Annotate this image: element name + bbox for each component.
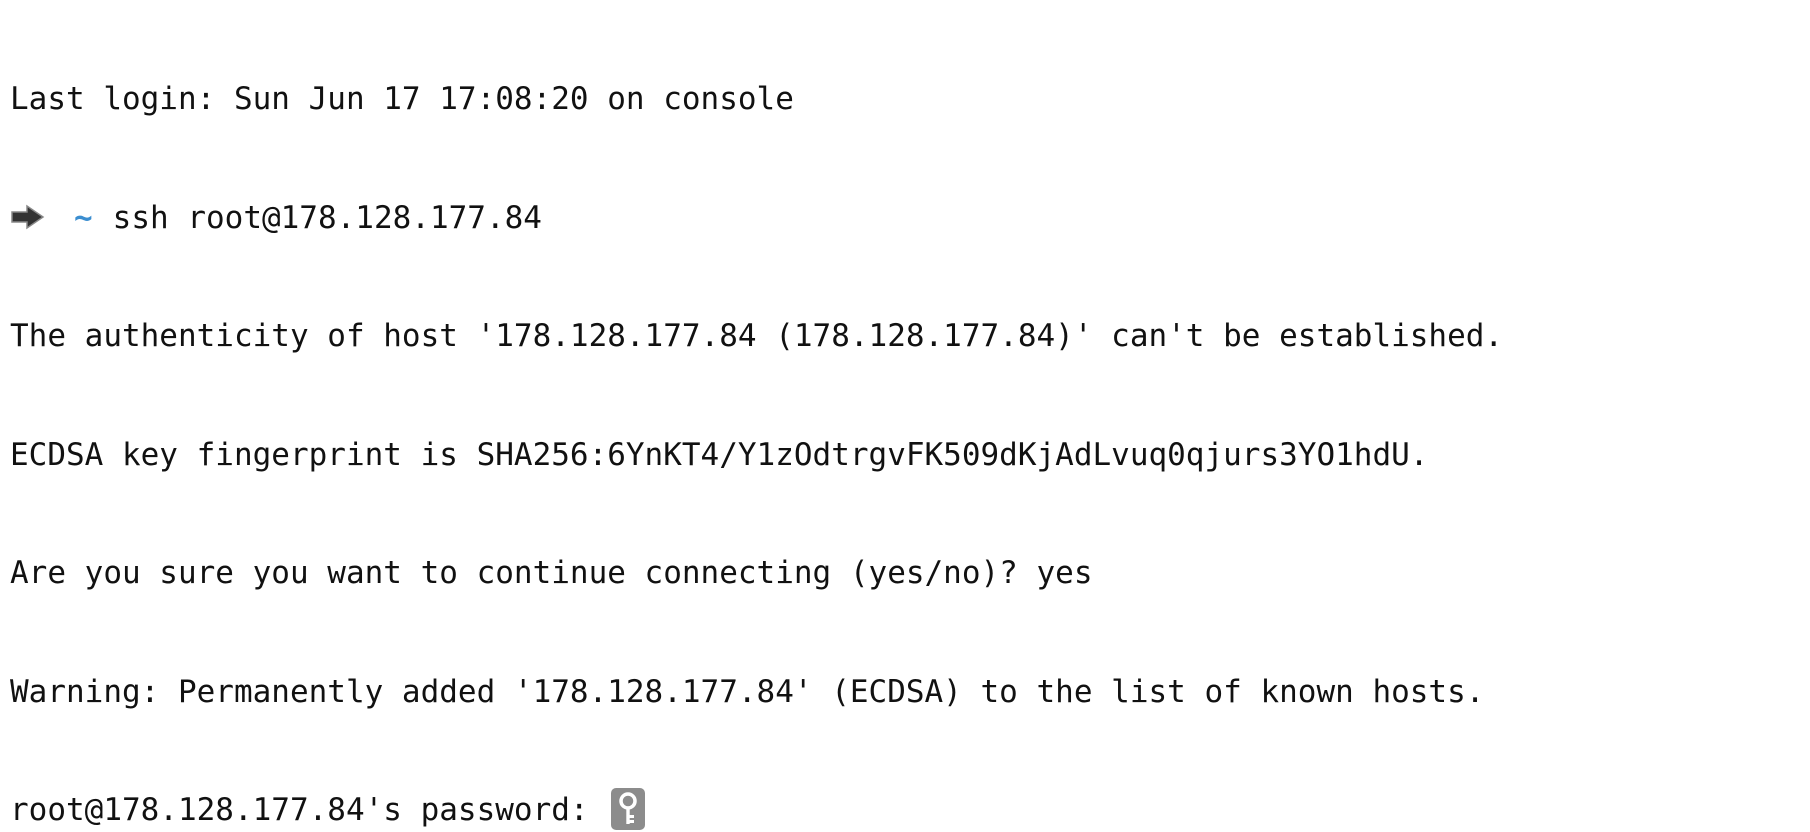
last-login-line: Last login: Sun Jun 17 17:08:20 on conso… — [10, 81, 794, 117]
command-text: ssh root@178.128.177.84 — [112, 199, 542, 236]
terminal-output[interactable]: Last login: Sun Jun 17 17:08:20 on conso… — [10, 4, 1800, 832]
warning-line: Warning: Permanently added '178.128.177.… — [10, 673, 1485, 710]
authenticity-line: The authenticity of host '178.128.177.84… — [10, 318, 1504, 354]
fingerprint-line: ECDSA key fingerprint is SHA256:6YnKT4/Y… — [10, 436, 1429, 473]
password-prompt: root@178.128.177.84's password: — [10, 792, 608, 828]
arrow-right-icon — [10, 203, 46, 231]
command-line: ~ ssh root@178.128.177.84 — [10, 195, 1800, 242]
password-line[interactable]: root@178.128.177.84's password: — [10, 787, 1800, 832]
key-icon[interactable] — [611, 788, 646, 830]
confirm-line: Are you sure you want to continue connec… — [10, 555, 1093, 591]
prompt-directory: ~ — [74, 199, 93, 236]
